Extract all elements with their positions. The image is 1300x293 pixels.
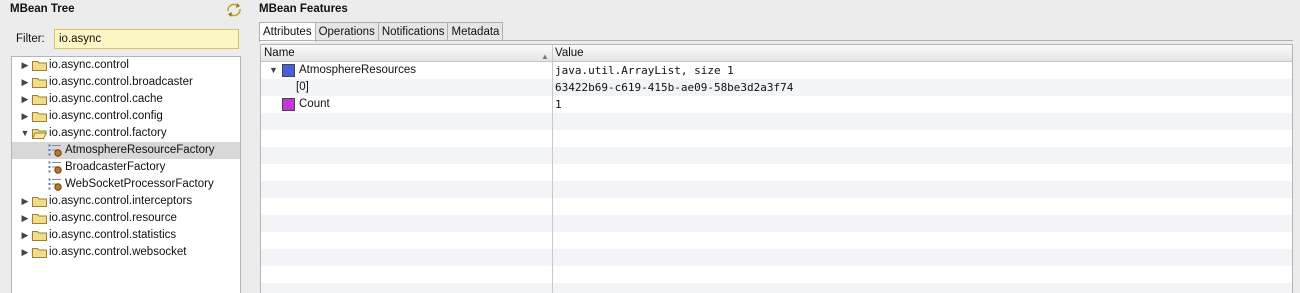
filter-input[interactable] [54,29,239,49]
tree-item-label: io.async.control.cache [49,93,163,105]
attribute-name: Count [299,98,330,110]
tree-item-label: io.async.control.factory [49,127,167,139]
mbean-icon [48,178,62,191]
folder-icon [32,112,47,122]
tree-item-label: WebSocketProcessorFactory [65,178,214,190]
expand-arrow-icon[interactable]: ▶ [20,244,30,261]
expand-arrow-icon[interactable]: ▶ [20,210,30,227]
tree-item-label: BroadcasterFactory [65,161,166,173]
tree-item-label: io.async.control [49,59,129,71]
attribute-value: 63422b69-c619-415b-ae09-58be3d2a3f74 [555,81,794,94]
folder-icon [32,95,47,105]
mbean-features-panel: MBean Features Attributes Operations Not… [253,0,1300,293]
table-row-count[interactable]: Count 1 [261,96,1292,113]
tree-item-label: AtmosphereResourceFactory [65,144,215,156]
table-row-element-0[interactable]: [0] 63422b69-c619-415b-ae09-58be3d2a3f74 [261,79,1292,96]
table-header: Name ▲ Value [261,45,1292,62]
tree-item-atmosphere-resource-factory[interactable]: AtmosphereResourceFactory [12,142,240,159]
sync-arrows-icon[interactable] [225,2,243,18]
tab-notifications[interactable]: Notifications [377,22,449,41]
expand-arrow-icon[interactable]: ▶ [20,74,30,91]
mbean-tree[interactable]: ▶ io.async.control ▶ io.async.control.br… [11,56,241,293]
tab-attributes[interactable]: Attributes [259,22,316,42]
tree-item-label: io.async.control.broadcaster [49,76,193,88]
tab-operations[interactable]: Operations [314,22,379,41]
folder-icon [32,197,47,207]
folder-icon [32,231,47,241]
mbean-icon [48,144,62,157]
mbean-features-title: MBean Features [259,3,348,15]
folder-icon [32,248,47,258]
mbean-icon [48,161,62,174]
tab-divider [259,40,1293,41]
folder-icon [32,61,47,71]
tree-item-io-async-control-websocket[interactable]: ▶ io.async.control.websocket [12,244,240,261]
attribute-name: [0] [296,81,309,93]
expand-arrow-icon[interactable]: ▶ [20,227,30,244]
attribute-value: java.util.ArrayList, size 1 [555,64,734,77]
attributes-table[interactable]: Name ▲ Value ▼ AtmosphereResources java.… [260,44,1293,293]
filter-label: Filter: [16,33,45,45]
tree-item-label: io.async.control.interceptors [49,195,193,207]
folder-icon [32,78,47,88]
empty-row [261,181,1292,198]
tree-item-io-async-control-resource[interactable]: ▶ io.async.control.resource [12,210,240,227]
empty-row [261,130,1292,147]
column-separator[interactable] [552,45,553,293]
collapse-arrow-icon[interactable]: ▼ [269,62,279,79]
folder-icon [32,214,47,224]
empty-row [261,266,1292,283]
attribute-type-icon [282,64,295,77]
empty-row [261,232,1292,249]
empty-row [261,113,1292,130]
tree-item-io-async-control-factory[interactable]: ▼ io.async.control.factory [12,125,240,142]
empty-row [261,283,1292,293]
column-header-value[interactable]: Value [552,45,584,61]
column-header-name[interactable]: Name [261,45,295,61]
tree-item-io-async-control[interactable]: ▶ io.async.control [12,57,240,74]
tree-item-io-async-control-statistics[interactable]: ▶ io.async.control.statistics [12,227,240,244]
tree-item-label: io.async.control.statistics [49,229,177,241]
mbean-tree-panel: MBean Tree Filter: ▶ io.async.control ▶ … [0,0,243,293]
mbean-tree-title: MBean Tree [10,3,75,15]
tree-item-io-async-control-interceptors[interactable]: ▶ io.async.control.interceptors [12,193,240,210]
attribute-type-icon [282,98,295,111]
features-tabs: Attributes Operations Notifications Meta… [259,22,504,42]
empty-row [261,164,1292,181]
tree-item-label: io.async.control.websocket [49,246,187,258]
table-row-atmosphere-resources[interactable]: ▼ AtmosphereResources java.util.ArrayLis… [261,62,1292,79]
table-body: ▼ AtmosphereResources java.util.ArrayLis… [261,62,1292,293]
empty-row [261,147,1292,164]
empty-row [261,249,1292,266]
tree-item-io-async-control-config[interactable]: ▶ io.async.control.config [12,108,240,125]
tree-item-broadcaster-factory[interactable]: BroadcasterFactory [12,159,240,176]
tab-metadata[interactable]: Metadata [447,22,504,41]
tree-item-io-async-control-cache[interactable]: ▶ io.async.control.cache [12,91,240,108]
collapse-arrow-icon[interactable]: ▼ [20,125,30,142]
empty-row [261,198,1292,215]
expand-arrow-icon[interactable]: ▶ [20,108,30,125]
tree-item-label: io.async.control.resource [49,212,177,224]
attribute-value: 1 [555,98,562,111]
open-folder-icon [32,129,47,139]
expand-arrow-icon[interactable]: ▶ [20,57,30,74]
expand-arrow-icon[interactable]: ▶ [20,91,30,108]
tree-item-label: io.async.control.config [49,110,163,122]
empty-row [261,215,1292,232]
tree-item-websocket-processor-factory[interactable]: WebSocketProcessorFactory [12,176,240,193]
attribute-name: AtmosphereResources [299,64,416,76]
tree-item-io-async-control-broadcaster[interactable]: ▶ io.async.control.broadcaster [12,74,240,91]
filter-row: Filter: [16,29,239,49]
expand-arrow-icon[interactable]: ▶ [20,193,30,210]
